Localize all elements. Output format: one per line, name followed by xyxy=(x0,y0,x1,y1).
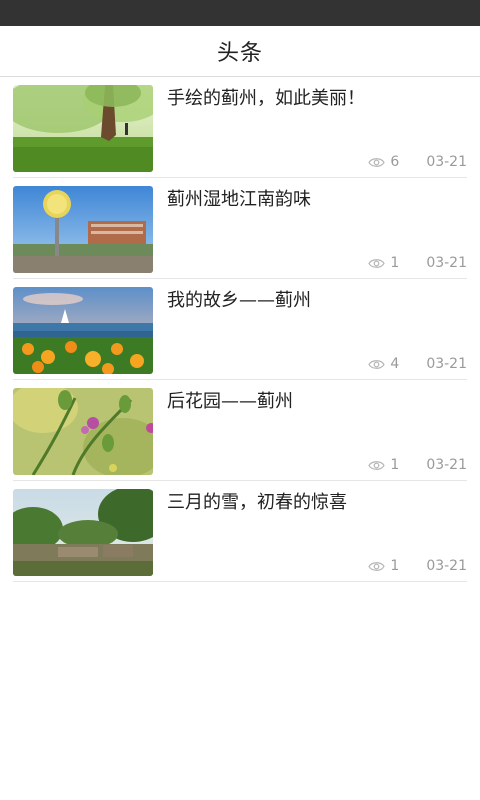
article-title[interactable]: 三月的雪，初春的惊喜 xyxy=(167,491,467,515)
article-date: 03-21 xyxy=(426,457,467,473)
view-count: 1 xyxy=(390,255,400,271)
article-meta: 1 03-21 xyxy=(368,253,467,273)
list-item[interactable]: 三月的雪，初春的惊喜 1 03-21 xyxy=(13,481,467,582)
article-date: 03-21 xyxy=(426,154,467,170)
eye-icon xyxy=(368,258,386,268)
eye-icon xyxy=(368,561,386,571)
list-item[interactable]: 手绘的蓟州，如此美丽！ 6 03-21 xyxy=(13,77,467,178)
eye-icon xyxy=(368,460,386,470)
article-thumbnail xyxy=(13,85,153,172)
eye-icon xyxy=(368,157,386,167)
article-title[interactable]: 后花园——蓟州 xyxy=(167,390,467,414)
article-date: 03-21 xyxy=(426,356,467,372)
list-item[interactable]: 后花园——蓟州 1 03-21 xyxy=(13,380,467,481)
article-thumbnail xyxy=(13,489,153,576)
header-bar: 头条 xyxy=(0,26,480,77)
article-thumbnail xyxy=(13,287,153,374)
article-title[interactable]: 我的故乡——蓟州 xyxy=(167,289,467,313)
eye-icon xyxy=(368,359,386,369)
article-list: 手绘的蓟州，如此美丽！ 6 03-21 蓟州湿地江南韵味 1 03-21 我的故… xyxy=(0,77,480,582)
view-count: 4 xyxy=(390,356,400,372)
article-meta: 6 03-21 xyxy=(368,152,467,172)
article-meta: 4 03-21 xyxy=(368,354,467,374)
article-meta: 1 03-21 xyxy=(368,556,467,576)
article-thumbnail xyxy=(13,388,153,475)
article-meta: 1 03-21 xyxy=(368,455,467,475)
view-count: 1 xyxy=(390,457,400,473)
list-item[interactable]: 我的故乡——蓟州 4 03-21 xyxy=(13,279,467,380)
article-date: 03-21 xyxy=(426,558,467,574)
status-bar xyxy=(0,0,480,26)
article-title[interactable]: 手绘的蓟州，如此美丽！ xyxy=(167,87,467,111)
page-title: 头条 xyxy=(216,41,263,66)
article-date: 03-21 xyxy=(426,255,467,271)
article-title[interactable]: 蓟州湿地江南韵味 xyxy=(167,188,467,212)
list-item[interactable]: 蓟州湿地江南韵味 1 03-21 xyxy=(13,178,467,279)
view-count: 6 xyxy=(390,154,400,170)
article-thumbnail xyxy=(13,186,153,273)
view-count: 1 xyxy=(390,558,400,574)
